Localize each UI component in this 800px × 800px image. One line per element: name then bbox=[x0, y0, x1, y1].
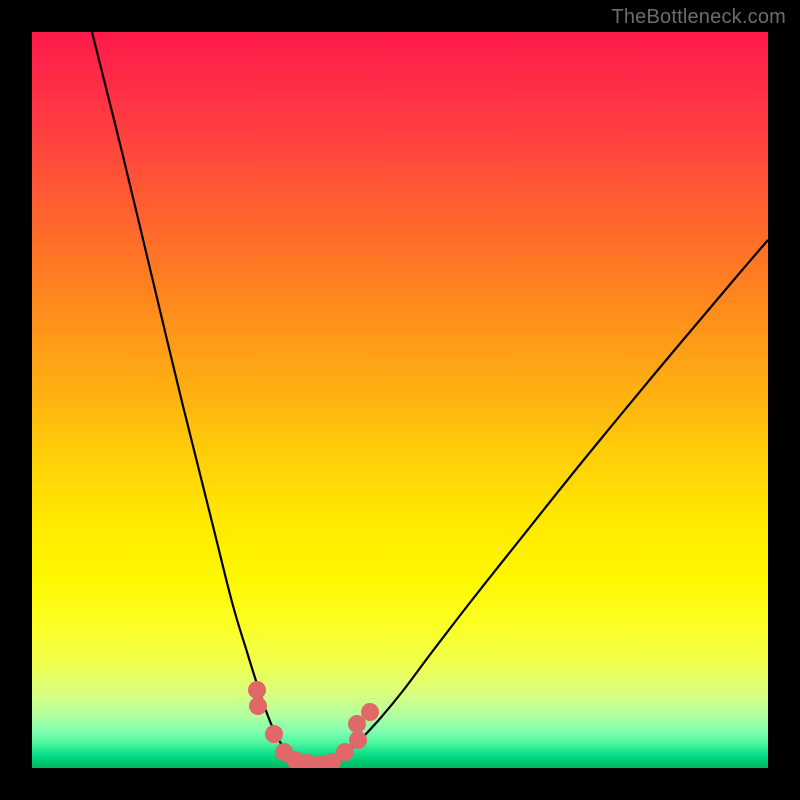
data-point-marker bbox=[265, 725, 283, 743]
data-point-marker bbox=[249, 697, 267, 715]
data-point-markers bbox=[248, 681, 379, 768]
bottleneck-curve bbox=[92, 32, 768, 764]
watermark-text: TheBottleneck.com bbox=[611, 6, 786, 29]
data-point-marker bbox=[349, 731, 367, 749]
data-point-marker bbox=[361, 703, 379, 721]
plot-area bbox=[32, 32, 768, 768]
curve-layer bbox=[32, 32, 768, 768]
chart-frame: TheBottleneck.com bbox=[0, 0, 800, 800]
data-point-marker bbox=[248, 681, 266, 699]
